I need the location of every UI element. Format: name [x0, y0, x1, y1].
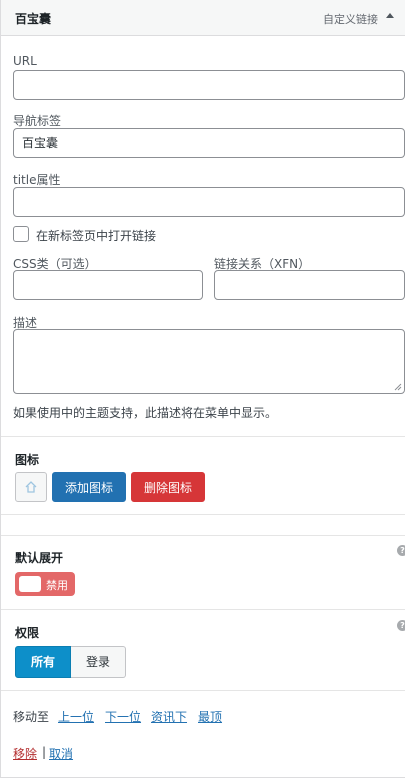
question-icon[interactable]: ? [397, 545, 405, 556]
expand-section-title: 默认展开 [15, 551, 64, 565]
css-classes-input[interactable] [13, 270, 203, 300]
permission-option-login[interactable]: 登录 [71, 646, 126, 678]
description-textarea[interactable] [13, 329, 405, 394]
menu-item-title: 百宝囊 [15, 12, 52, 26]
triangle-up-icon[interactable] [384, 10, 396, 22]
add-icon-button[interactable]: 添加图标 [52, 472, 126, 502]
description-hint: 如果使用中的主题支持，此描述将在菜单中显示。 [13, 406, 278, 420]
icon-preview[interactable] [15, 472, 47, 502]
permission-option-all[interactable]: 所有 [15, 646, 71, 678]
home-icon [25, 481, 37, 493]
question-icon[interactable]: ? [397, 620, 405, 631]
remove-icon-button[interactable]: 删除图标 [131, 472, 205, 502]
divider [1, 436, 405, 437]
divider [1, 690, 405, 691]
resize-handle-icon[interactable] [394, 383, 402, 391]
divider [1, 514, 405, 515]
expand-toggle-switch[interactable]: 禁用 [15, 572, 75, 596]
url-input[interactable] [13, 70, 405, 100]
nav-label-input[interactable]: 百宝囊 [13, 128, 405, 158]
divider [1, 535, 405, 536]
xfn-input[interactable] [214, 270, 405, 300]
toggle-knob [19, 576, 41, 592]
url-label: URL [13, 54, 37, 68]
divider [1, 609, 405, 610]
cancel-link[interactable]: 取消 [49, 745, 73, 762]
move-label: 移动至 [13, 710, 50, 724]
nav-label-label: 导航标签 [13, 114, 62, 128]
toggle-label: 禁用 [46, 579, 68, 592]
menu-item-type: 自定义链接 [323, 13, 378, 26]
title-attr-label: title属性 [13, 173, 61, 187]
action-separator: | [42, 745, 47, 759]
move-under-link[interactable]: 资讯下 [151, 708, 187, 725]
menu-item-header[interactable]: 百宝囊 自定义链接 [1, 0, 405, 36]
icon-section-title: 图标 [15, 453, 40, 467]
remove-link[interactable]: 移除 [13, 745, 37, 762]
permission-section-title: 权限 [15, 626, 40, 640]
move-down-link[interactable]: 下一位 [105, 708, 141, 725]
new-tab-checkbox[interactable] [13, 226, 29, 242]
move-up-link[interactable]: 上一位 [58, 708, 94, 725]
title-attr-input[interactable] [13, 187, 405, 217]
move-top-link[interactable]: 最顶 [198, 708, 222, 725]
new-tab-label: 在新标签页中打开链接 [36, 229, 157, 243]
menu-item-settings-panel: 百宝囊 自定义链接 URL 导航标签 百宝囊 title属性 在新标签页中打开链… [0, 0, 405, 778]
